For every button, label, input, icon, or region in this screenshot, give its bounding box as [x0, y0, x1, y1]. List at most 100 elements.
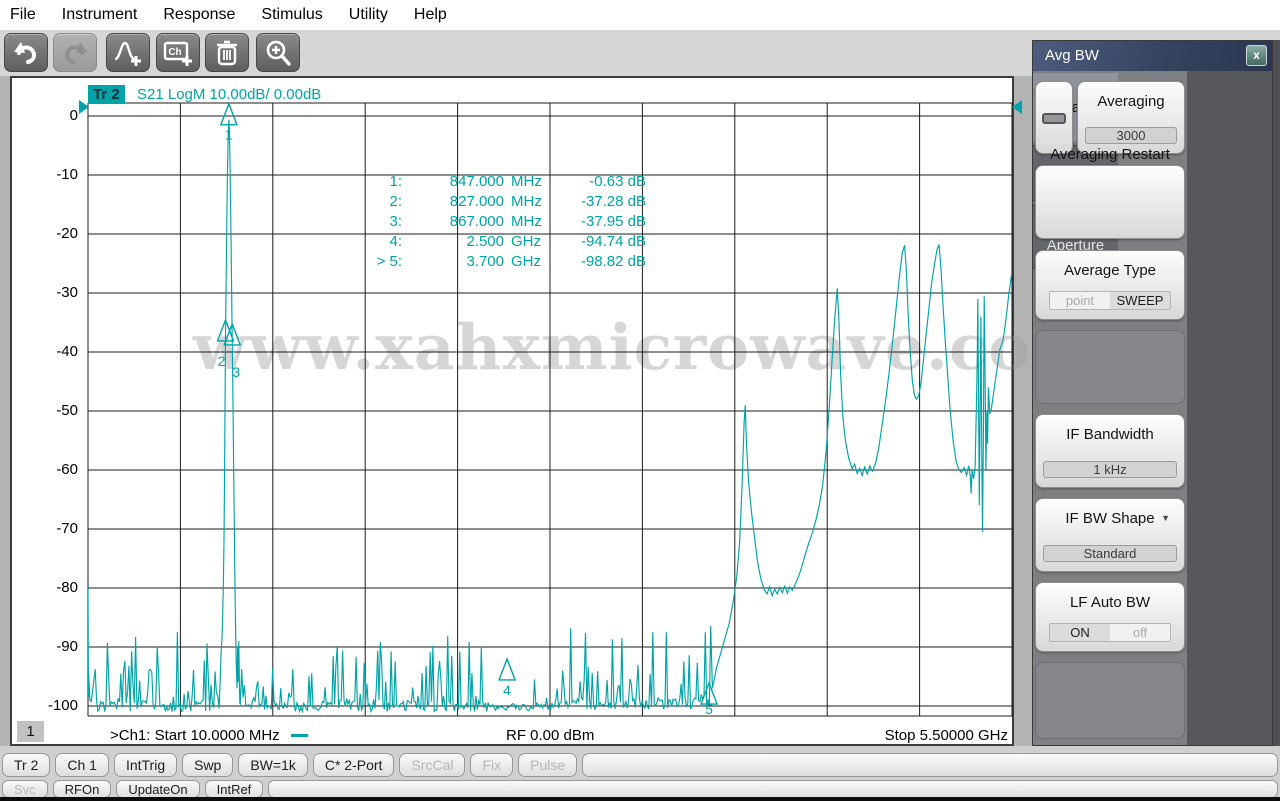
mr-v: -0.63 dB — [550, 172, 646, 192]
menu-response[interactable]: Response — [163, 6, 235, 24]
y-tick--90: -90 — [36, 638, 78, 655]
panel-tab-column — [1187, 71, 1272, 745]
add-trace-button[interactable] — [106, 33, 150, 72]
averaging-label: Averaging — [1078, 93, 1184, 110]
y-tick--10: -10 — [36, 166, 78, 183]
status-button-empty — [268, 780, 1278, 798]
if-bandwidth-label: IF Bandwidth — [1036, 426, 1184, 443]
mr-v: -37.28 dB — [550, 192, 646, 212]
add-trace-icon — [113, 39, 143, 67]
menu-help[interactable]: Help — [414, 6, 447, 24]
undo-icon — [12, 40, 40, 66]
status-button-pulse: Pulse — [518, 753, 577, 777]
marker-readout-row-5: > 5:3.700GHz-98.82 dB — [352, 252, 646, 272]
menu-bar: File Instrument Response Stimulus Utilit… — [0, 0, 1280, 30]
delete-button[interactable] — [205, 33, 249, 72]
if-bandwidth-button[interactable]: IF Bandwidth 1 kHz — [1035, 414, 1185, 488]
mr-l: > 5: — [352, 252, 402, 272]
average-type-button[interactable]: Average Type point SWEEP — [1035, 250, 1185, 320]
blank-button-1 — [1035, 330, 1185, 404]
status-button-rfon[interactable]: RFOn — [53, 780, 112, 798]
status-row-2: Svc RFOnUpdateOn IntRef — [2, 780, 1278, 798]
chevron-down-icon: ▼ — [1161, 513, 1170, 523]
channel-number-badge: 1 — [17, 721, 44, 742]
mr-u: MHz — [504, 192, 550, 212]
status-button-updateon[interactable]: UpdateOn — [116, 780, 199, 798]
average-type-toggle[interactable]: point SWEEP — [1049, 291, 1171, 310]
menu-utility[interactable]: Utility — [349, 6, 388, 24]
y-tick--60: -60 — [36, 461, 78, 478]
undo-button[interactable] — [4, 33, 48, 72]
ref-level-indicator-right — [1012, 100, 1022, 114]
y-tick--20: -20 — [36, 225, 78, 242]
menu-instrument[interactable]: Instrument — [62, 6, 138, 24]
avg-bw-panel: Avg BW x Main Smoothing Delay Aperture A… — [1032, 40, 1273, 746]
lf-auto-bw-toggle[interactable]: ON off — [1049, 623, 1171, 642]
status-button-intref[interactable]: IntRef — [205, 780, 264, 798]
averaging-restart-text: Averaging Restart — [1036, 145, 1184, 164]
stop-frequency-label: Stop 5.50000 GHz — [818, 727, 1008, 744]
status-button-ch-1[interactable]: Ch 1 — [55, 753, 109, 777]
status-button-srccal: SrcCal — [399, 753, 465, 777]
lf-auto-bw-off[interactable]: off — [1110, 624, 1170, 641]
mr-v: -94.74 dB — [550, 232, 646, 252]
marker-readout-row-2: 2:827.000MHz-37.28 dB — [352, 192, 646, 212]
close-icon[interactable]: x — [1246, 45, 1267, 66]
menu-stimulus[interactable]: Stimulus — [261, 6, 322, 24]
zoom-icon — [264, 39, 292, 67]
trace-format-label: S21 LogM 10.00dB/ 0.00dB — [137, 86, 321, 103]
blank-button-2 — [1035, 662, 1185, 739]
y-tick--80: -80 — [36, 579, 78, 596]
status-button-inttrig[interactable]: IntTrig — [114, 753, 177, 777]
y-tick--40: -40 — [36, 343, 78, 360]
svg-text:Ch: Ch — [168, 47, 181, 58]
y-tick--50: -50 — [36, 402, 78, 419]
status-button-swp[interactable]: Swp — [182, 753, 233, 777]
redo-icon — [61, 40, 89, 66]
mr-l: 1: — [352, 172, 402, 192]
y-tick--30: -30 — [36, 284, 78, 301]
trace-color-dash — [291, 734, 308, 737]
panel-title-text: Avg BW — [1045, 47, 1099, 64]
mr-f: 827.000 — [402, 192, 504, 212]
mr-l: 4: — [352, 232, 402, 252]
averaging-toggle-button[interactable] — [1035, 81, 1073, 154]
if-bandwidth-value: 1 kHz — [1043, 461, 1177, 478]
averaging-button[interactable]: Averaging 3000 — [1077, 81, 1185, 154]
status-button-fix: Fix — [470, 753, 513, 777]
zoom-button[interactable] — [256, 33, 300, 72]
mr-f: 3.700 — [402, 252, 504, 272]
lf-auto-bw-button[interactable]: LF Auto BW ON off — [1035, 582, 1185, 652]
marker-readout-row-4: 4:2.500GHz-94.74 dB — [352, 232, 646, 252]
average-type-point[interactable]: point — [1050, 292, 1110, 309]
marker-readout-row-3: 3:867.000MHz-37.95 dB — [352, 212, 646, 232]
mr-l: 3: — [352, 212, 402, 232]
status-button-c-2-port[interactable]: C* 2-Port — [313, 753, 395, 777]
status-row-1: Tr 2Ch 1IntTrigSwpBW=1kC* 2-PortSrcCalFi… — [2, 753, 1278, 777]
averaging-value: 3000 — [1085, 127, 1177, 144]
average-type-label: Average Type — [1036, 262, 1184, 279]
status-button-bw-1k[interactable]: BW=1k — [238, 753, 308, 777]
delete-icon — [214, 39, 240, 67]
mr-u: MHz — [504, 212, 550, 232]
mr-u: MHz — [504, 172, 550, 192]
menu-file[interactable]: File — [10, 6, 36, 24]
averaging-restart-button[interactable]: Averaging Restart Averaging Restart — [1035, 165, 1185, 239]
add-channel-button[interactable]: Ch — [156, 33, 200, 72]
mr-v: -98.82 dB — [550, 252, 646, 272]
lf-auto-bw-on[interactable]: ON — [1050, 624, 1110, 641]
status-button-svc: Svc — [2, 780, 48, 798]
y-tick--70: -70 — [36, 520, 78, 537]
status-bar: Tr 2Ch 1IntTrigSwpBW=1kC* 2-PortSrcCalFi… — [0, 746, 1280, 801]
mr-l: 2: — [352, 192, 402, 212]
trace-badge[interactable]: Tr 2 — [88, 85, 125, 104]
average-type-sweep[interactable]: SWEEP — [1110, 292, 1170, 309]
rf-power-label: RF 0.00 dBm — [506, 727, 594, 744]
marker-readout: 1:847.000MHz-0.63 dB2:827.000MHz-37.28 d… — [352, 172, 646, 272]
channel-start-label: >Ch1: Start 10.0000 MHz — [110, 727, 280, 744]
panel-edge — [1273, 40, 1280, 746]
status-button-tr-2[interactable]: Tr 2 — [2, 753, 50, 777]
if-bw-shape-button[interactable]: IF BW Shape ▼ Standard — [1035, 498, 1185, 572]
averaging-led-icon — [1042, 113, 1066, 124]
redo-button — [53, 33, 97, 72]
